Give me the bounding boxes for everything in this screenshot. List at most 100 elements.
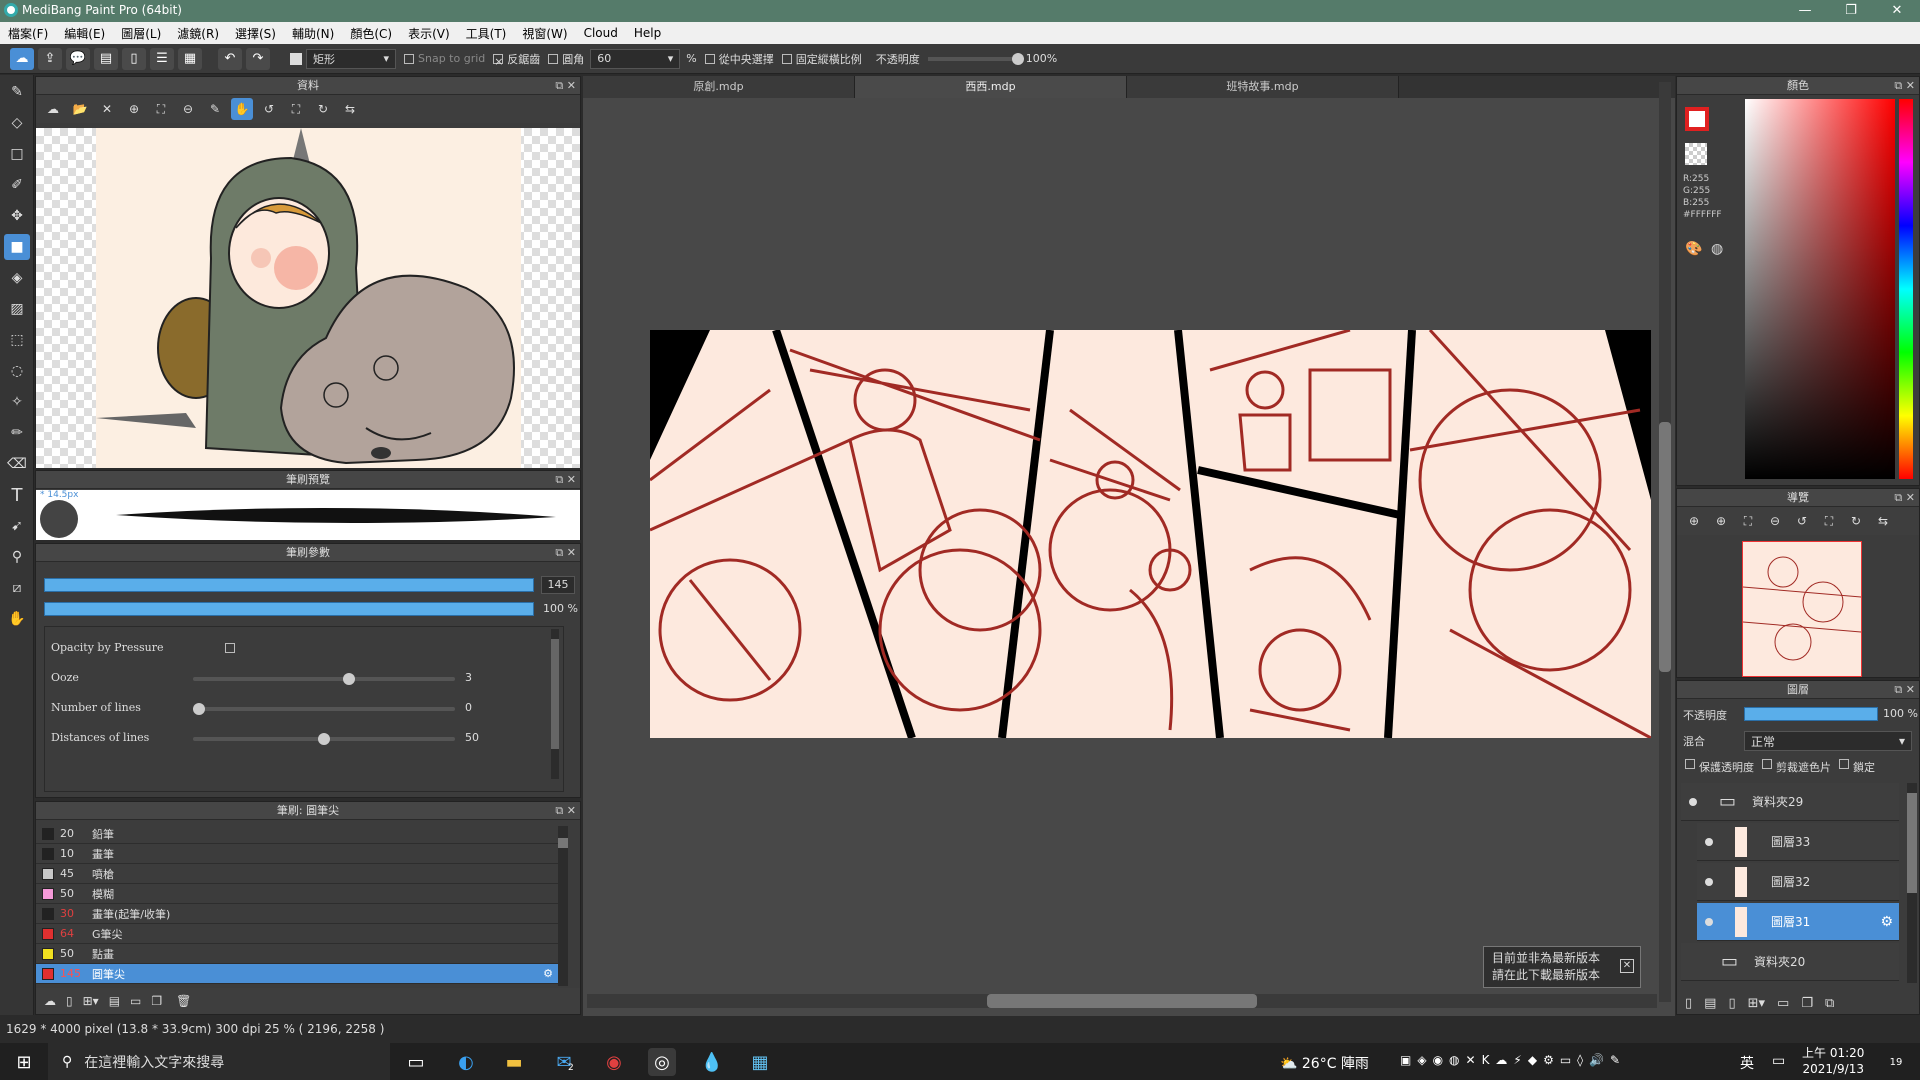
menu-filter[interactable]: 濾鏡(R) xyxy=(169,25,227,42)
upload-icon[interactable]: ⇪ xyxy=(38,47,62,70)
fullscreen-icon[interactable]: ⛶ xyxy=(285,98,307,120)
fit-icon[interactable]: ⛶ xyxy=(1737,510,1759,532)
hue-slider[interactable] xyxy=(1899,99,1913,479)
close-button[interactable]: ✕ xyxy=(1874,0,1920,22)
toolbar-opacity-slider[interactable] xyxy=(927,52,1024,65)
hand-tool-icon[interactable]: ✋ xyxy=(4,606,30,632)
visibility-icon[interactable] xyxy=(1705,877,1713,886)
panel-close-icon[interactable]: ⧉ ✕ xyxy=(555,77,576,95)
brush-item[interactable]: 30 畫筆(起筆/收筆) xyxy=(36,904,559,924)
manga-canvas[interactable] xyxy=(650,330,1651,738)
tab-xixi[interactable]: 西西.mdp xyxy=(855,76,1127,98)
trash-icon[interactable]: 🗑 xyxy=(176,994,191,1008)
gear-icon[interactable]: ⚙ xyxy=(1880,914,1893,930)
fixed-ratio-checkbox[interactable] xyxy=(781,53,792,64)
notice-close-icon[interactable]: ✕ xyxy=(1620,959,1634,973)
duplicate-layer-icon[interactable]: ❐ xyxy=(1801,996,1813,1011)
move-tool-icon[interactable]: ✥ xyxy=(4,203,30,229)
brush-list-scrollbar[interactable] xyxy=(558,826,568,986)
eyedropper-icon[interactable]: ⚲ xyxy=(4,544,30,570)
page-icon[interactable]: ▯ xyxy=(122,47,146,70)
mail-icon[interactable]: ✉ xyxy=(550,1048,578,1076)
dist-slider[interactable] xyxy=(193,733,455,745)
rotate-right-icon[interactable]: ↻ xyxy=(1845,510,1867,532)
gradient-tool-icon[interactable]: ▨ xyxy=(4,296,30,322)
palette-settings-icon[interactable]: ◍ xyxy=(1711,241,1723,257)
select-tool-icon[interactable]: ⬚ xyxy=(4,327,30,353)
rotate-left-icon[interactable]: ↺ xyxy=(1791,510,1813,532)
rect-tool-icon[interactable]: ■ xyxy=(4,234,30,260)
system-tray-icons[interactable]: ▣◈◉◍✕K☁⚡◆⚙▭◊🔊✎ xyxy=(1400,1053,1626,1067)
speech-bubble-icon[interactable]: 💬 xyxy=(66,47,90,70)
menu-color[interactable]: 顏色(C) xyxy=(342,25,400,42)
lines-slider[interactable] xyxy=(193,703,455,715)
menu-window[interactable]: 視窗(W) xyxy=(514,25,575,42)
canvas-vscrollbar[interactable] xyxy=(1659,82,1671,1002)
comment-icon[interactable]: ▤ xyxy=(94,47,118,70)
task-view-icon[interactable]: ▭ xyxy=(402,1048,430,1076)
layer-31[interactable]: 圖層31 ⚙ xyxy=(1697,903,1899,941)
center-checkbox[interactable] xyxy=(704,53,715,64)
select-eraser-icon[interactable]: ⌫ xyxy=(4,451,30,477)
zoom-in-icon[interactable]: ⊕ xyxy=(1683,510,1705,532)
foreground-color-swatch[interactable] xyxy=(1685,107,1709,131)
new-folder-icon[interactable]: ▭ xyxy=(1777,996,1789,1011)
add-brush-icon[interactable]: ⊞▾ xyxy=(83,994,99,1008)
gear-icon[interactable]: ⚙ xyxy=(543,967,553,980)
panel-close-icon[interactable]: ⧉ ✕ xyxy=(555,544,576,562)
tab-original[interactable]: 原創.mdp xyxy=(583,76,855,98)
new-layer-icon[interactable]: ▯ xyxy=(1685,996,1692,1011)
brush-size-value[interactable]: 145 xyxy=(541,576,575,594)
chrome-icon[interactable]: ◉ xyxy=(600,1048,628,1076)
layer-folder-29[interactable]: ▭ 資料夾29 xyxy=(1681,783,1899,821)
new-8bit-layer-icon[interactable]: ▯ xyxy=(1728,996,1735,1011)
taskbar-search[interactable]: ⚲ 在這裡輸入文字來搜尋 xyxy=(48,1043,390,1080)
windows-start-icon[interactable]: ⊞ xyxy=(10,1048,38,1076)
redo-icon[interactable]: ↷ xyxy=(246,47,270,70)
page-list-icon[interactable]: ☰ xyxy=(150,47,174,70)
params-scrollbar[interactable] xyxy=(551,629,559,779)
zoom-out-icon[interactable]: ⊖ xyxy=(1764,510,1786,532)
zoom-in-icon[interactable]: ⊕ xyxy=(1710,510,1732,532)
brush-item[interactable]: 20 鉛筆 xyxy=(36,824,559,844)
antialias-checkbox[interactable]: × xyxy=(493,53,503,68)
brush-item[interactable]: 50 模糊 xyxy=(36,884,559,904)
new-brush-icon[interactable]: ▯ xyxy=(66,994,73,1008)
operation-tool-icon[interactable]: ➹ xyxy=(4,513,30,539)
maximize-button[interactable]: ❐ xyxy=(1828,0,1874,22)
magic-wand-icon[interactable]: ✧ xyxy=(4,389,30,415)
eraser-tool-icon[interactable]: ◇ xyxy=(4,110,30,136)
add-layer-menu-icon[interactable]: ⊞▾ xyxy=(1748,996,1765,1011)
medibang-icon[interactable]: ◎ xyxy=(648,1048,676,1076)
layer-scrollbar[interactable] xyxy=(1907,783,1917,983)
zoom-in-icon[interactable]: ⊕ xyxy=(123,98,145,120)
fit-icon[interactable]: ⛶ xyxy=(150,98,172,120)
text-tool-icon[interactable]: T xyxy=(4,482,30,508)
tab-bente[interactable]: 班特故事.mdp xyxy=(1127,76,1399,98)
shape-select[interactable]: 矩形 ▾ xyxy=(306,48,396,69)
canvas-area[interactable]: 原創.mdp 西西.mdp 班特故事.mdp 目前並非為最新版本 請在此下載最新… xyxy=(583,76,1675,1016)
fill-tool-icon[interactable]: ◈ xyxy=(4,265,30,291)
fullscreen-icon[interactable]: ⛶ xyxy=(1818,510,1840,532)
pen-icon[interactable]: ✎ xyxy=(204,98,226,120)
protect-alpha-checkbox[interactable] xyxy=(1685,759,1695,769)
paint-drop-icon[interactable]: 💧 xyxy=(698,1048,726,1076)
background-color-swatch[interactable] xyxy=(1685,143,1707,165)
pen-tool-icon[interactable]: ✐ xyxy=(4,172,30,198)
brush-item[interactable]: 50 點畫 xyxy=(36,944,559,964)
menu-assist[interactable]: 輔助(N) xyxy=(284,25,342,42)
calculator-icon[interactable]: ▦ xyxy=(746,1048,774,1076)
rotate-left-icon[interactable]: ↺ xyxy=(258,98,280,120)
close-icon[interactable]: ✕ xyxy=(96,98,118,120)
lasso-tool-icon[interactable]: ◌ xyxy=(4,358,30,384)
shape-tool-icon[interactable]: □ xyxy=(4,141,30,167)
layer-opacity-bar[interactable] xyxy=(1744,707,1878,721)
brush-item[interactable]: 10 畫筆 xyxy=(36,844,559,864)
layer-folder-20[interactable]: ▭ 資料夾20 xyxy=(1681,943,1899,981)
duplicate-icon[interactable]: ❐ xyxy=(151,994,162,1008)
flip-icon[interactable]: ⇆ xyxy=(1872,510,1894,532)
zoom-out-icon[interactable]: ⊖ xyxy=(177,98,199,120)
cloud-icon[interactable]: ☁ xyxy=(10,47,34,70)
merge-layer-icon[interactable]: ⧉ xyxy=(1825,996,1834,1011)
minimize-button[interactable]: — xyxy=(1782,0,1828,22)
